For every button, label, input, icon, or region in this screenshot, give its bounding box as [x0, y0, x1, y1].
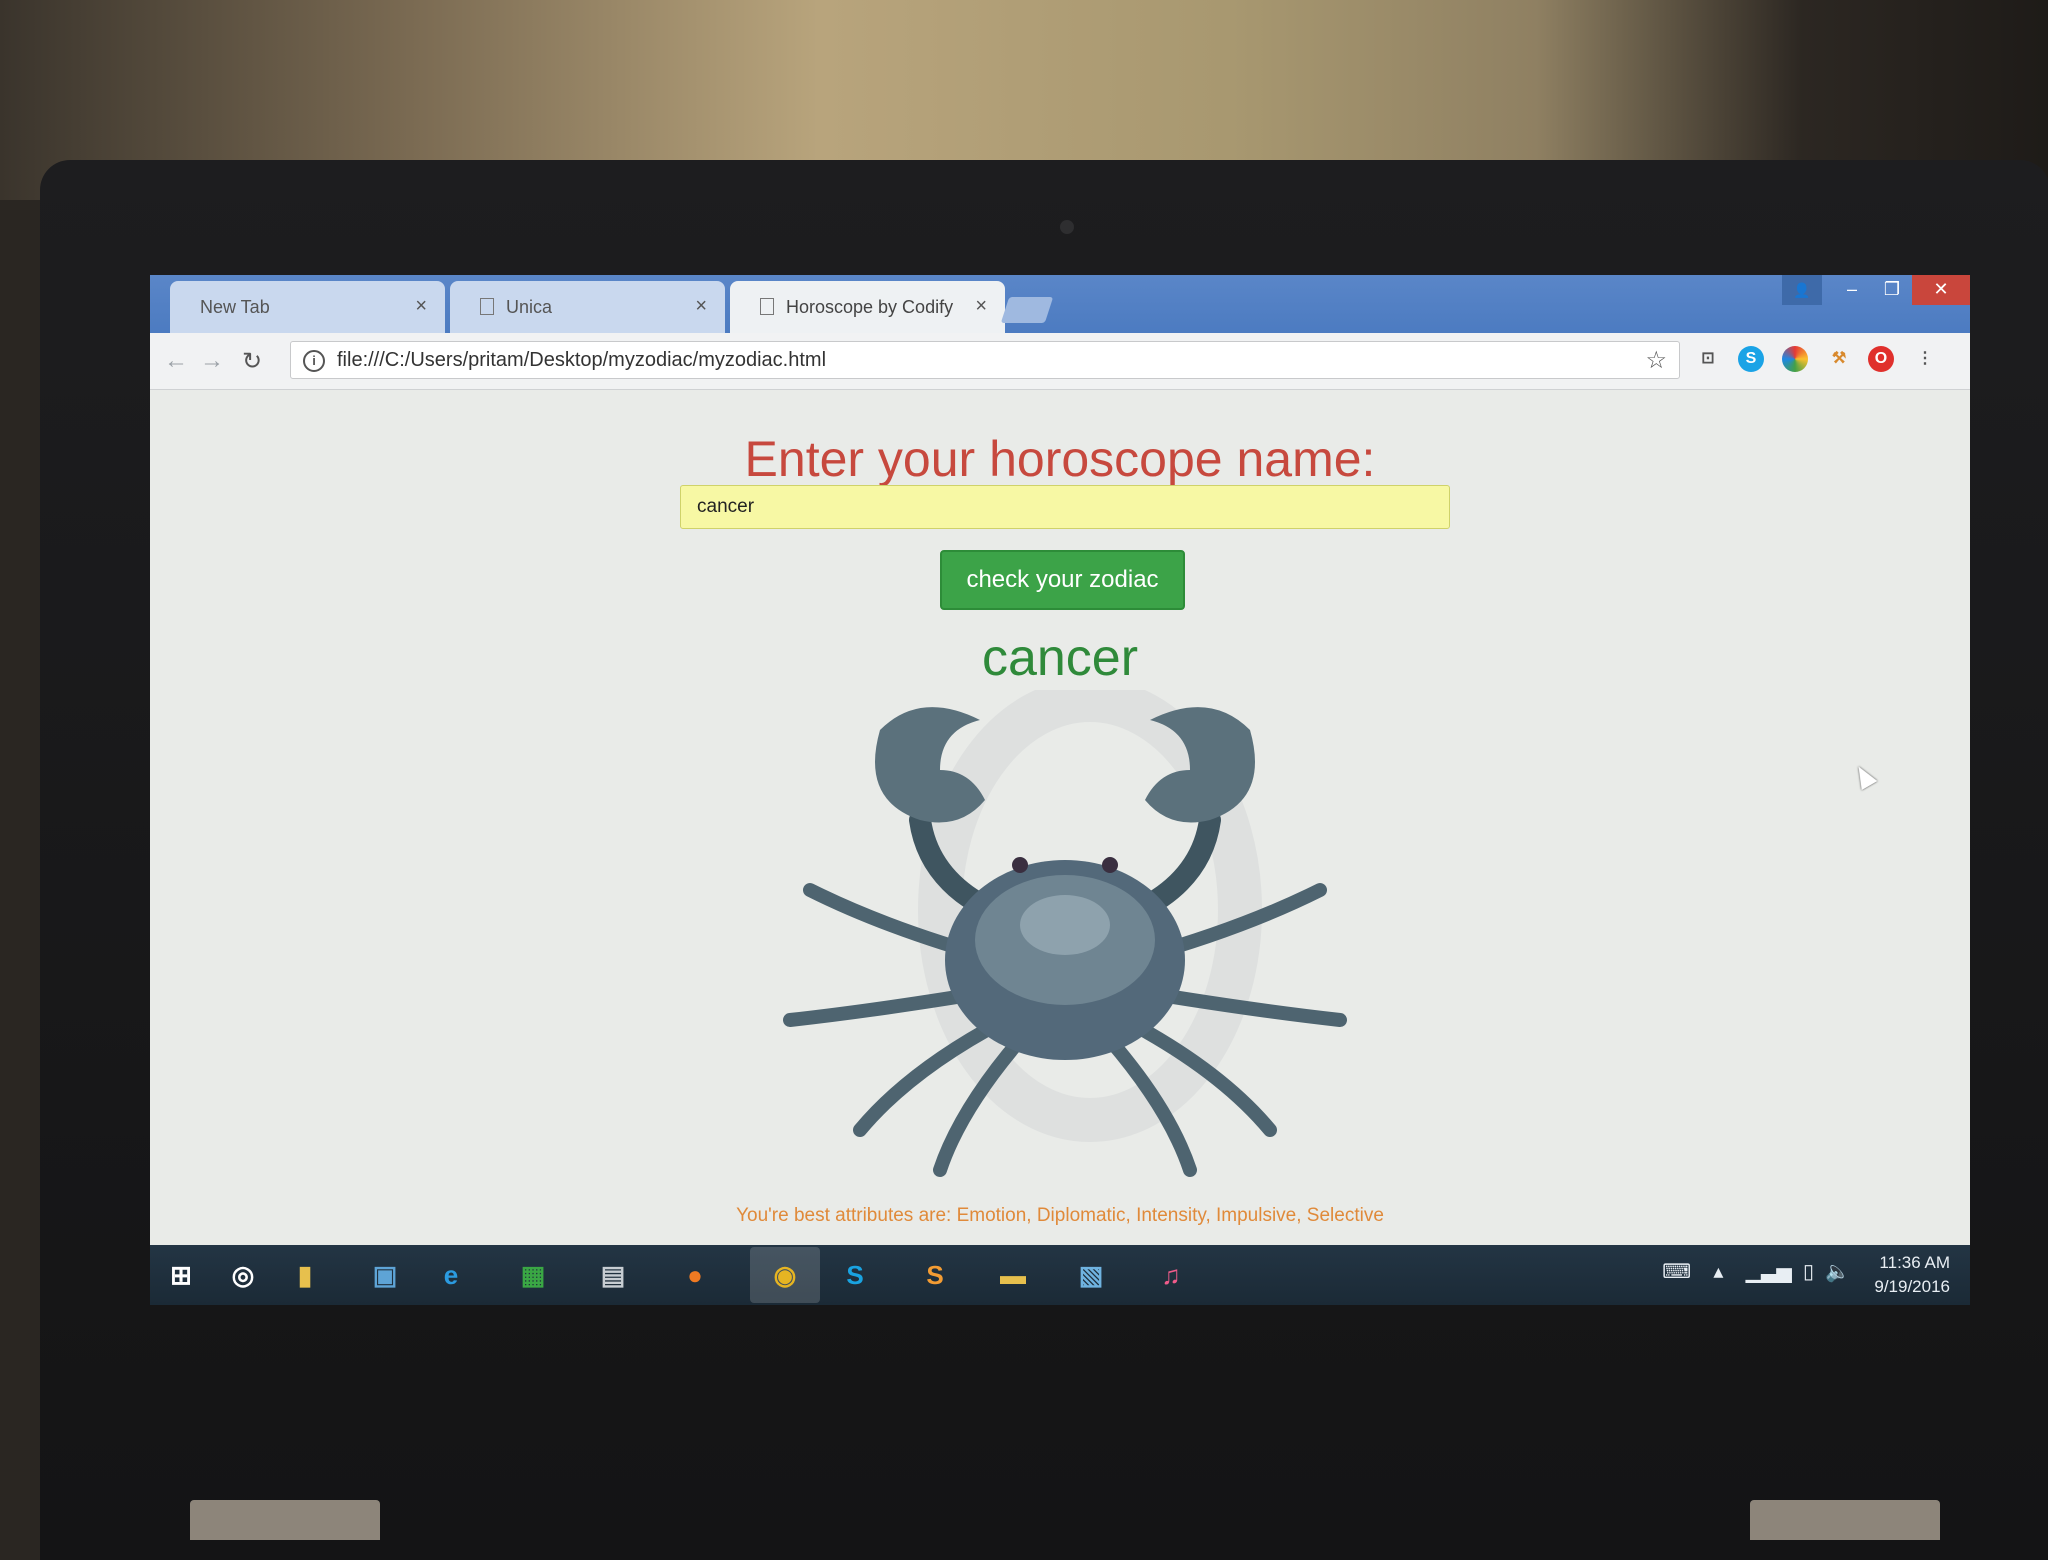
keyboard-icon[interactable]: ⌨ — [1662, 1261, 1691, 1283]
restore-icon[interactable]: ❐ — [1872, 275, 1912, 305]
horoscope-page: Enter your horoscope name: check your zo… — [150, 390, 1970, 1245]
check-zodiac-button[interactable]: check your zodiac — [940, 550, 1185, 610]
clock-date: 9/19/2016 — [1874, 1277, 1950, 1296]
chrome-icon[interactable]: ◉ — [750, 1247, 820, 1303]
close-icon[interactable]: × — [415, 295, 427, 318]
back-icon[interactable]: ← — [164, 347, 188, 375]
horoscope-input[interactable] — [680, 485, 1450, 529]
minimize-icon[interactable]: – — [1832, 275, 1872, 305]
laptop-hinge-right — [1750, 1500, 1940, 1540]
file-explorer-icon[interactable]: ▮ — [282, 1253, 328, 1297]
info-icon[interactable]: i — [303, 350, 325, 372]
photos-icon[interactable]: ▧ — [1068, 1253, 1114, 1297]
reload-icon[interactable]: ↻ — [242, 347, 262, 376]
laptop-hinge-left — [190, 1500, 380, 1540]
skype-icon[interactable]: S — [832, 1253, 878, 1297]
url-text: file:///C:/Users/pritam/Desktop/myzodiac… — [337, 349, 827, 371]
result-sign: cancer — [981, 629, 1139, 687]
page-icon — [480, 298, 494, 315]
calculator-icon[interactable]: ▤ — [590, 1253, 636, 1297]
window-controls: 👤 – ❐ ✕ — [1782, 275, 1970, 305]
system-tray: ⌨ ▴ ▁▃▅ ▯ 🔈 — [1662, 1259, 1850, 1284]
show-hidden-icons-icon[interactable]: ▴ — [1713, 1261, 1723, 1283]
close-icon[interactable]: × — [695, 295, 707, 318]
remote-desktop-icon[interactable]: ▣ — [362, 1253, 408, 1297]
tab-strip: New Tab × Unica × Horoscope by Codify × … — [150, 275, 1970, 333]
address-bar[interactable]: i file:///C:/Users/pritam/Desktop/myzodi… — [290, 341, 1680, 379]
cast-icon[interactable]: ⊡ — [1695, 346, 1721, 372]
store-icon[interactable]: ▦ — [510, 1253, 556, 1297]
clock[interactable]: 11:36 AM 9/19/2016 — [1874, 1251, 1950, 1299]
internet-explorer-icon[interactable]: e — [428, 1253, 474, 1297]
signal-icon[interactable]: ▁▃▅ — [1746, 1261, 1792, 1283]
profile-icon[interactable]: 👤 — [1782, 275, 1822, 305]
page-heading: Enter your horoscope name: — [744, 431, 1376, 487]
itunes-icon[interactable]: ♫ — [1148, 1253, 1194, 1297]
tab-horoscope[interactable]: Horoscope by Codify × — [730, 281, 1005, 333]
opera-icon[interactable]: O — [1868, 346, 1894, 372]
cancer-crab-image — [783, 690, 1347, 1177]
tab-unica[interactable]: Unica × — [450, 281, 725, 333]
cortana-icon[interactable]: ◎ — [220, 1253, 266, 1297]
menu-icon[interactable]: ⋮ — [1912, 346, 1938, 372]
tab-label: Unica — [506, 297, 553, 317]
taskbar: ⊞ ◎ ▮ ▣ e ▦ ▤ ● ◉ S S ▬ ▧ ♫ ⌨ ▴ ▁▃▅ ▯ 🔈 … — [150, 1245, 1970, 1305]
new-tab-button[interactable] — [1000, 297, 1054, 323]
windows-start-icon[interactable]: ⊞ — [158, 1253, 204, 1297]
clock-time: 11:36 AM — [1879, 1253, 1950, 1272]
firefox-icon[interactable]: ● — [672, 1253, 718, 1297]
forward-icon[interactable]: → — [200, 347, 224, 375]
sublime-text-icon[interactable]: S — [912, 1253, 958, 1297]
volume-icon[interactable]: 🔈 — [1825, 1261, 1850, 1283]
page-icon — [760, 298, 774, 315]
screen: New Tab × Unica × Horoscope by Codify × … — [150, 275, 1970, 1305]
mouse-cursor — [1850, 761, 1878, 791]
color-picker-icon[interactable] — [1782, 346, 1808, 372]
attributes-text: You're best attributes are: Emotion, Dip… — [736, 1205, 1384, 1226]
webcam — [1060, 220, 1074, 234]
tab-label: New Tab — [200, 297, 270, 317]
tab-new-tab[interactable]: New Tab × — [170, 281, 445, 333]
window-close-icon[interactable]: ✕ — [1912, 275, 1970, 305]
browser-toolbar: ← → ↻ i file:///C:/Users/pritam/Desktop/… — [150, 333, 1970, 390]
battery-icon[interactable]: ▯ — [1803, 1261, 1814, 1283]
bookmark-star-icon[interactable]: ☆ — [1645, 346, 1667, 375]
tab-label: Horoscope by Codify — [786, 297, 954, 317]
skype-icon[interactable]: S — [1738, 346, 1764, 372]
close-icon[interactable]: × — [975, 295, 987, 318]
folder-icon[interactable]: ▬ — [990, 1253, 1036, 1297]
hammer-icon[interactable]: ⚒ — [1826, 346, 1852, 372]
